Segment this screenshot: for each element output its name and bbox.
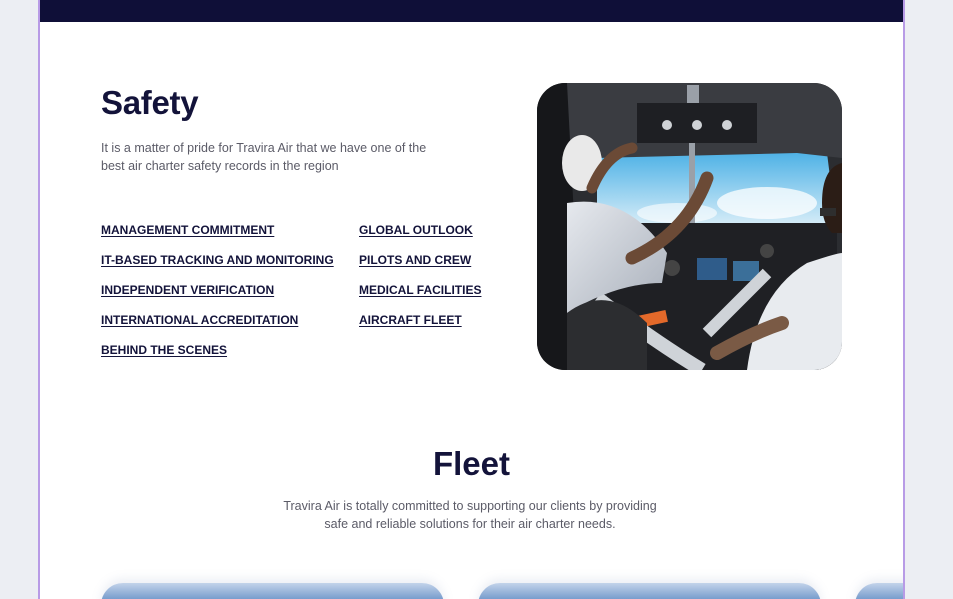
link-it-based-tracking[interactable]: IT-BASED TRACKING AND MONITORING (101, 253, 334, 267)
cockpit-photo (537, 83, 842, 370)
safety-title: Safety (101, 84, 199, 121)
link-global-outlook[interactable]: GLOBAL OUTLOOK (359, 223, 473, 237)
link-aircraft-fleet[interactable]: AIRCRAFT FLEET (359, 313, 462, 327)
link-independent-verification[interactable]: INDEPENDENT VERIFICATION (101, 283, 274, 297)
top-navigation-bar (40, 0, 903, 22)
safety-description: It is a matter of pride for Travira Air … (101, 141, 427, 173)
fleet-card[interactable] (101, 583, 444, 599)
link-management-commitment[interactable]: MANAGEMENT COMMITMENT (101, 223, 274, 237)
link-international-accreditation[interactable]: INTERNATIONAL ACCREDITATION (101, 313, 298, 327)
link-behind-the-scenes[interactable]: BEHIND THE SCENES (101, 343, 227, 357)
fleet-description: Travira Air is totally committed to supp… (283, 499, 657, 531)
fleet-card[interactable] (855, 583, 903, 599)
fleet-card[interactable] (478, 583, 821, 599)
link-medical-facilities[interactable]: MEDICAL FACILITIES (359, 283, 481, 297)
page-frame: Safety It is a matter of pride for Travi… (38, 0, 905, 599)
link-pilots-and-crew[interactable]: PILOTS AND CREW (359, 253, 471, 267)
fleet-title: Fleet (432, 445, 511, 482)
